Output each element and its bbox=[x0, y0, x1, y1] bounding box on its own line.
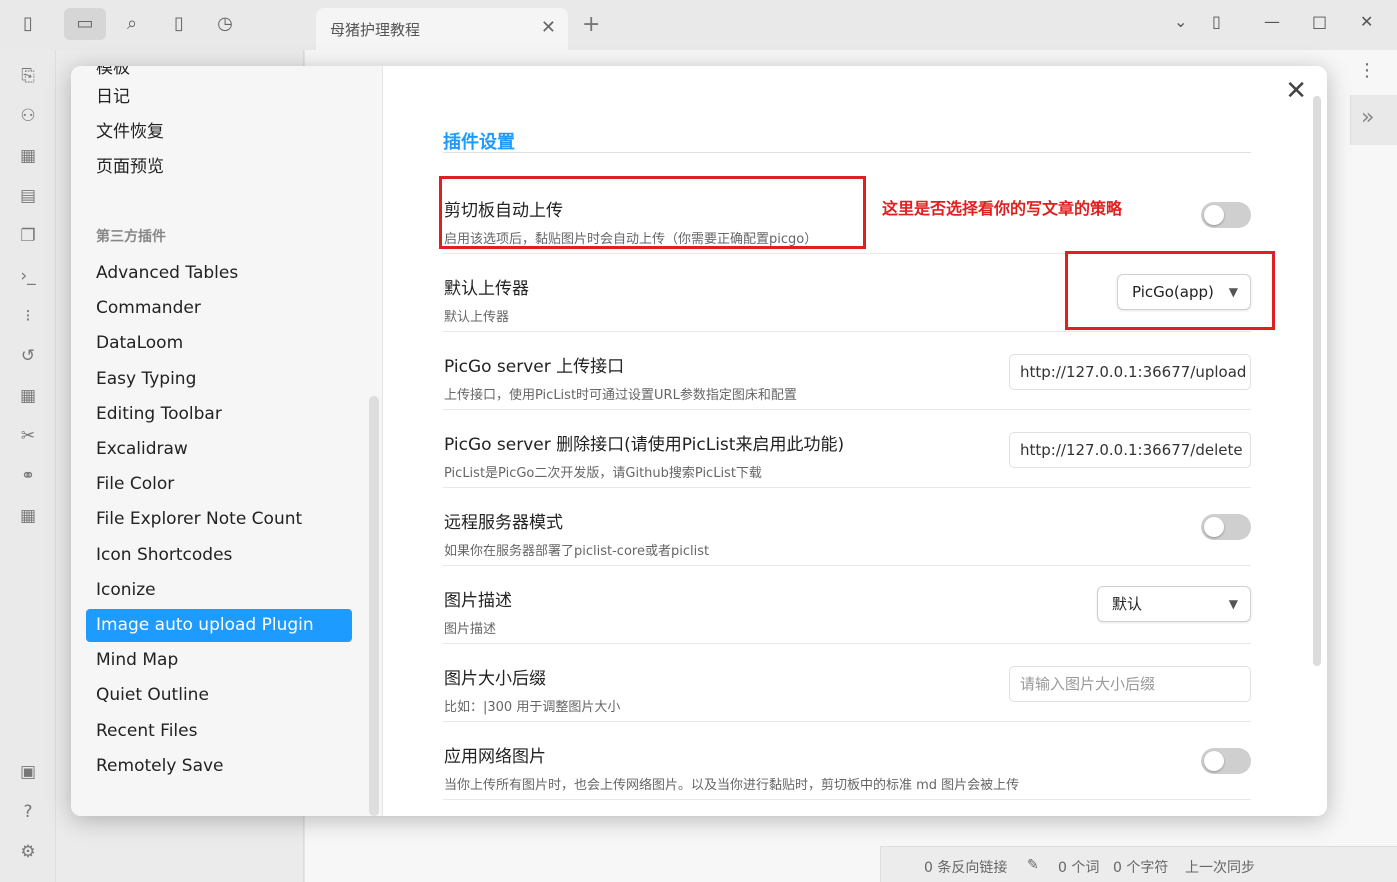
section-divider bbox=[443, 152, 1251, 153]
table-icon[interactable]: ▦ bbox=[16, 384, 40, 408]
sidebar-item-plugin[interactable]: Mind Map bbox=[86, 644, 352, 677]
sidebar-heading-community-plugins: 第三方插件 bbox=[96, 229, 166, 245]
maximize-icon[interactable]: □ bbox=[1312, 12, 1327, 31]
edit-pencil-icon[interactable]: ✎ bbox=[1027, 857, 1039, 873]
sidebar-item-plugin[interactable]: File Color bbox=[86, 468, 352, 501]
clipboard-auto-upload-toggle[interactable] bbox=[1201, 202, 1251, 228]
folder-icon[interactable]: ▭ bbox=[64, 8, 106, 40]
calendar-icon[interactable]: ▤ bbox=[16, 184, 40, 208]
bookmark-icon[interactable]: ▯ bbox=[167, 12, 191, 36]
setting-name: 应用网络图片 bbox=[444, 747, 546, 767]
sidebar-item-plugin[interactable]: Commander bbox=[86, 292, 352, 325]
sidebar-item-plugin[interactable]: Iconize bbox=[86, 574, 352, 607]
tab-note[interactable]: 母猪护理教程 ✕ bbox=[316, 8, 568, 50]
image-size-suffix-input[interactable]: 请输入图片大小后缀 bbox=[1009, 666, 1251, 702]
more-options-icon[interactable]: ⋮ bbox=[1358, 60, 1376, 81]
setting-delete-endpoint: PicGo server 删除接口(请使用PicList来启用此功能) PicL… bbox=[443, 410, 1251, 488]
setting-name: 图片描述 bbox=[444, 591, 512, 611]
setting-network-images: 应用网络图片 当你上传所有图片时，也会上传网络图片。以及当你进行黏贴时，剪切板中… bbox=[443, 722, 1251, 800]
sidebar-item-daily-notes[interactable]: 日记 bbox=[86, 81, 352, 114]
setting-desc: 默认上传器 bbox=[444, 310, 510, 325]
remote-server-mode-toggle[interactable] bbox=[1201, 514, 1251, 540]
annotation-text: 这里是否选择看你的写文章的策略 bbox=[882, 199, 1123, 218]
sidebar-item-plugin[interactable]: File Explorer Note Count bbox=[86, 503, 352, 536]
setting-desc: 当你上传所有图片时，也会上传网络图片。以及当你进行黏贴时，剪切板中的标准 md … bbox=[444, 778, 1020, 793]
search-icon[interactable]: ⌕ bbox=[120, 12, 144, 36]
sidebar-scrollbar[interactable] bbox=[369, 396, 379, 816]
chevron-down-icon[interactable]: ⌄ bbox=[1174, 12, 1187, 31]
help-icon[interactable]: ? bbox=[16, 800, 40, 824]
setting-desc: 比如：|300 用于调整图片大小 bbox=[444, 700, 621, 715]
graph-icon[interactable]: ⚇ bbox=[16, 104, 40, 128]
word-count: 0 个词 bbox=[1058, 860, 1100, 876]
status-bar: 0 条反向链接 ✎ 0 个词 0 个字符 上一次同步 bbox=[880, 846, 1397, 882]
section-title: 插件设置 bbox=[443, 132, 515, 153]
sidebar-item-plugin[interactable]: Quiet Outline bbox=[86, 679, 352, 712]
right-panel-collapse[interactable]: » bbox=[1350, 95, 1397, 145]
setting-name: 图片大小后缀 bbox=[444, 669, 546, 689]
vault-icon[interactable]: ▣ bbox=[16, 760, 40, 784]
setting-desc: 图片描述 bbox=[444, 622, 497, 637]
sidebar-item-page-preview[interactable]: 页面预览 bbox=[86, 151, 352, 184]
sidebar-item-plugin[interactable]: Image auto upload Plugin bbox=[86, 609, 352, 642]
setting-image-size-suffix: 图片大小后缀 比如：|300 用于调整图片大小 请输入图片大小后缀 bbox=[443, 644, 1251, 722]
setting-upload-endpoint: PicGo server 上传接口 上传接口，使用PicList时可通过设置UR… bbox=[443, 332, 1251, 410]
last-sync: 上一次同步 bbox=[1185, 860, 1255, 876]
title-bar: ▯ ▭ ⌕ ▯ ◷ 母猪护理教程 ✕ + ⌄ ▯ — □ ✕ bbox=[0, 0, 1397, 50]
history-icon[interactable]: ↺ bbox=[16, 344, 40, 368]
setting-desc: 如果你在服务器部署了piclist-core或者piclist bbox=[444, 544, 710, 559]
annotation-box-uploader bbox=[1065, 251, 1275, 330]
select-value: 默认 bbox=[1112, 595, 1143, 613]
sidebar-item-plugin[interactable]: DataLoom bbox=[86, 327, 352, 360]
window-close-icon[interactable]: ✕ bbox=[1360, 12, 1373, 31]
tab-close-icon[interactable]: ✕ bbox=[541, 17, 556, 38]
char-count: 0 个字符 bbox=[1113, 860, 1169, 876]
new-tab-icon[interactable]: + bbox=[582, 12, 600, 37]
sidebar-item-plugin[interactable]: Easy Typing bbox=[86, 363, 352, 396]
copy-icon[interactable]: ❐ bbox=[16, 224, 40, 248]
sidebar-item-file-recovery[interactable]: 文件恢复 bbox=[86, 116, 352, 149]
setting-desc: 上传接口，使用PicList时可通过设置URL参数指定图床和配置 bbox=[444, 388, 797, 403]
setting-name: PicGo server 删除接口(请使用PicList来启用此功能) bbox=[444, 435, 845, 455]
modal-close-icon[interactable]: ✕ bbox=[1285, 76, 1307, 106]
image-description-select[interactable]: 默认 ▼ bbox=[1097, 586, 1251, 622]
delete-endpoint-input[interactable]: http://127.0.0.1:36677/delete bbox=[1009, 432, 1251, 468]
backlinks-count[interactable]: 0 条反向链接 bbox=[924, 857, 1007, 877]
grid-icon[interactable]: ▦ bbox=[16, 144, 40, 168]
tools-icon[interactable]: ✂ bbox=[16, 424, 40, 448]
sidebar-item-plugin[interactable]: Excalidraw bbox=[86, 433, 352, 466]
tab-title: 母猪护理教程 bbox=[330, 21, 421, 39]
settings-gear-icon[interactable]: ⚙ bbox=[16, 840, 40, 864]
left-ribbon: ⎘ ⚇ ▦ ▤ ❐ ›_ ⁝ ↺ ▦ ✂ ⚭ ▦ ▣ ? ⚙ bbox=[0, 50, 56, 882]
annotation-box-clipboard bbox=[439, 176, 866, 249]
upload-endpoint-input[interactable]: http://127.0.0.1:36677/upload bbox=[1009, 354, 1251, 390]
sidebar-item-plugin[interactable]: Icon Shortcodes bbox=[86, 539, 352, 572]
settings-sidebar: 模板 日记 文件恢复 页面预览 第三方插件 Advanced Tables Com… bbox=[71, 66, 383, 816]
clock-icon[interactable]: ◷ bbox=[213, 12, 237, 36]
sidebar-item-plugin[interactable]: Editing Toolbar bbox=[86, 398, 352, 431]
file-search-icon[interactable]: ⎘ bbox=[16, 64, 40, 88]
setting-name: 默认上传器 bbox=[444, 279, 529, 299]
table-grid-icon[interactable]: ▦ bbox=[16, 504, 40, 528]
setting-remote-server-mode: 远程服务器模式 如果你在服务器部署了piclist-core或者piclist bbox=[443, 488, 1251, 566]
sidebar-item-plugin[interactable]: Remotely Save bbox=[86, 750, 352, 783]
double-chevron-right-icon: » bbox=[1361, 105, 1375, 130]
link-icon[interactable]: ⚭ bbox=[16, 464, 40, 488]
setting-name: PicGo server 上传接口 bbox=[444, 357, 625, 377]
network-images-toggle[interactable] bbox=[1201, 748, 1251, 774]
setting-image-description: 图片描述 图片描述 默认 ▼ bbox=[443, 566, 1251, 644]
binary-icon[interactable]: ⁝ bbox=[16, 304, 40, 328]
sidebar-item-plugin[interactable]: Advanced Tables bbox=[86, 257, 352, 290]
right-sidebar-toggle-icon[interactable]: ▯ bbox=[1212, 12, 1221, 31]
sidebar-toggle-icon[interactable]: ▯ bbox=[16, 12, 40, 36]
setting-name: 远程服务器模式 bbox=[444, 513, 563, 533]
terminal-icon[interactable]: ›_ bbox=[16, 264, 40, 288]
caret-down-icon: ▼ bbox=[1228, 597, 1238, 611]
sidebar-item-plugin[interactable]: Recent Files bbox=[86, 715, 352, 748]
setting-desc: PicList是PicGo二次开发版，请Github搜索PicList下载 bbox=[444, 466, 762, 481]
minimize-icon[interactable]: — bbox=[1264, 12, 1280, 31]
content-scrollbar[interactable] bbox=[1313, 96, 1321, 666]
